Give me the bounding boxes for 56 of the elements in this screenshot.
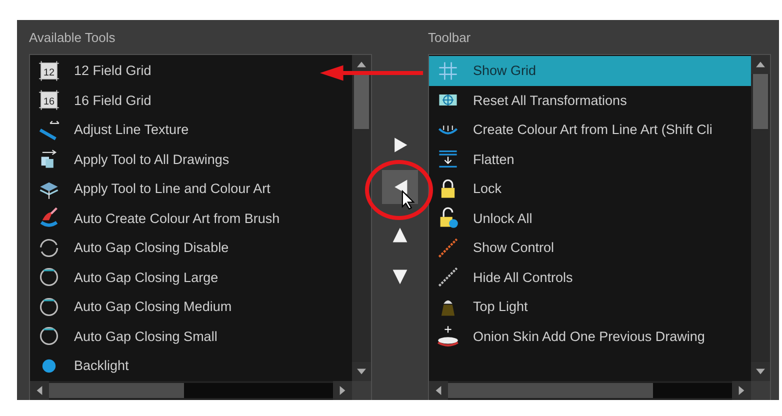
scroll-left-button[interactable] [30,381,49,400]
tool-list-item[interactable]: Reset All Transformations [429,86,751,115]
scroll-thumb[interactable] [49,383,184,398]
scroll-down-button[interactable] [352,362,371,381]
scroll-thumb[interactable] [354,74,369,129]
triangle-up-icon [357,60,366,69]
tool-list-item[interactable]: Apply Tool to All Drawings [30,144,352,174]
triangle-right-icon [737,386,746,395]
triangle-down-icon [756,367,765,376]
hash-icon [437,60,459,82]
tool-list-item[interactable]: Backlight [30,351,352,380]
tool-list-item[interactable]: Top Light [429,292,751,322]
scroll-right-button[interactable] [333,381,352,400]
scroll-right-button[interactable] [732,381,751,400]
tool-list-item[interactable]: Auto Gap Closing Large [30,262,352,292]
triangle-down-icon [357,367,366,376]
triangle-left-icon [434,386,443,395]
triangle-up-icon [756,60,765,69]
arrow-down-icon [391,268,409,286]
field-icon: 12 [38,60,60,82]
list-heading: Toolbar [428,30,472,47]
scroll-thumb[interactable] [753,74,768,129]
scroll-thumb[interactable] [448,383,653,398]
brush-icon [38,207,60,230]
scroll-left-button[interactable] [429,381,448,400]
tool-list-item[interactable]: Hide All Controls [429,262,751,292]
vertical-scrollbar[interactable] [352,55,371,381]
tool-list-item[interactable]: Flatten [429,144,751,174]
triangle-left-icon [35,386,44,395]
tool-list-item[interactable]: Show Control [429,233,751,262]
move-button[interactable] [382,170,418,204]
line-icon [38,118,60,141]
tool-list-item[interactable]: Apply Tool to Line and Colour Art [30,174,352,204]
flatten-icon [437,148,459,170]
tool-list-item[interactable]: 12 12 Field Grid [30,56,352,86]
triangle-right-icon [338,386,347,395]
tool-list-item[interactable]: Auto Create Colour Art from Brush [30,204,352,233]
scroll-up-button[interactable] [751,55,770,74]
mouse-cursor-icon [401,190,415,210]
horizontal-scrollbar[interactable] [429,381,770,400]
tool-list-item[interactable]: Onion Skin Add One Previous Drawing [429,322,751,351]
tool-list-item[interactable]: Show Grid [429,56,751,86]
tool-list-item[interactable]: Create Colour Art from Line Art (Shift Cli [429,115,751,144]
scroll-down-button[interactable] [751,362,770,381]
list-heading: Available Tools [29,30,116,47]
tool-list-item[interactable]: Lock [429,174,751,204]
tool-list-item[interactable]: Unlock All [429,204,751,233]
tool-list-item[interactable]: Auto Gap Closing Small [30,322,352,351]
field-icon: 16 [38,89,60,112]
horizontal-scrollbar[interactable] [30,381,371,400]
arrow-up-icon [391,226,409,244]
tool-list-item[interactable]: Adjust Line Texture [30,115,352,144]
tool-list-item[interactable]: Auto Gap Closing Disable [30,233,352,262]
tool-list-item[interactable]: 16 16 Field Grid [30,86,352,115]
tool-list-item[interactable]: Auto Gap Closing Medium [30,292,352,322]
vertical-scrollbar[interactable] [751,55,770,381]
